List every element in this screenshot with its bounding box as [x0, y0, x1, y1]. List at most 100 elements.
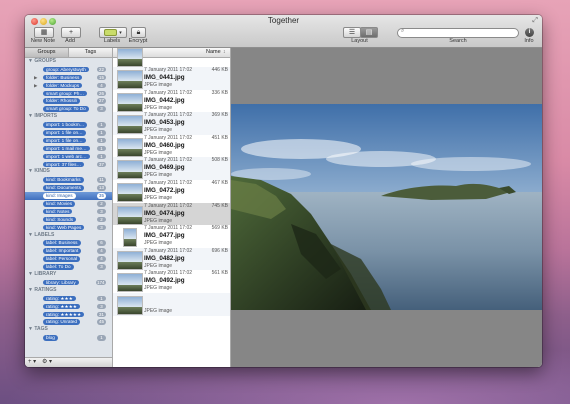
sidebar-section-header[interactable]: ▼ KINDS — [25, 168, 112, 176]
sidebar-item-label: folder: Mockups — [43, 82, 83, 89]
file-list-item[interactable] — [113, 48, 230, 67]
fullscreen-icon[interactable]: ⤢ — [532, 17, 538, 25]
sidebar-item-label: rating: Unrated — [43, 319, 81, 325]
sidebar-item[interactable]: rating: ★★★★ 3 — [25, 303, 112, 311]
item-size: 745 KB — [211, 202, 228, 209]
section-label: ▼ IMPORTS — [28, 113, 58, 120]
tab-tags[interactable]: Tags — [69, 48, 112, 57]
image-thumbnail — [117, 115, 143, 135]
sidebar-item[interactable]: kind: Notes 3 — [25, 208, 112, 216]
count-badge: 1 — [97, 145, 106, 152]
sidebar-section-header[interactable]: ▼ TAGS — [25, 326, 112, 334]
info-icon: i — [528, 29, 531, 35]
file-list-item[interactable]: 7 January 2011 17:02 745 KB IMG_0474.jpg JP… — [113, 202, 230, 226]
count-badge: 27 — [97, 98, 106, 104]
lock-icon: 🔒︎ — [136, 29, 141, 36]
sidebar-item-label: label: To Do — [43, 264, 74, 270]
sort-icon[interactable]: ↕ — [223, 48, 226, 57]
sidebar-item[interactable]: blog 1 — [25, 334, 112, 342]
sidebar-section-header[interactable]: ▼ LABELS — [25, 232, 112, 240]
layout-list-button[interactable]: ☰ — [343, 27, 361, 38]
sidebar-item[interactable]: kind: Web Pages 3 — [25, 224, 112, 232]
file-list-item[interactable]: 7 January 2011 17:02 336 KB IMG_0442.jpg JP… — [113, 90, 230, 113]
sidebar-list: ▼ GROUPS group: Aberystwyth 22 ▶ folder: Bus… — [25, 58, 112, 342]
sidebar-item[interactable]: folder: Rhossili 27 — [25, 97, 112, 105]
sidebar-item[interactable]: smart group: To Do 3 — [25, 105, 112, 113]
file-list-item[interactable]: 7 January 2011 17:02 508 KB IMG_0469.jpg JP… — [113, 157, 230, 180]
sidebar-item[interactable]: rating: ★★★ 1 — [25, 295, 112, 303]
new-note-button[interactable]: ▦ — [34, 27, 54, 38]
item-name: IMG_0477.jpg — [144, 232, 185, 240]
count-badge: 13 — [97, 185, 106, 191]
item-size: 467 KB — [211, 179, 228, 186]
sidebar-item[interactable]: kind: Movies 2 — [25, 200, 112, 208]
sidebar-item[interactable]: import: 1 file on… 1 — [25, 137, 112, 145]
sidebar-item[interactable]: import: 1 mail me… 1 — [25, 145, 112, 153]
file-list-item[interactable]: 7 January 2011 17:02 451 KB IMG_0460.jpg JP… — [113, 135, 230, 158]
sidebar-item[interactable]: label: Personal 4 — [25, 255, 112, 263]
gear-menu-button[interactable]: ⚙ ▾ — [42, 359, 52, 365]
sidebar-item[interactable]: kind: Documents 13 — [25, 184, 112, 192]
sidebar-item[interactable]: rating: Unrated 45 — [25, 318, 112, 326]
file-list-item[interactable]: 7 January 2011 17:02 561 KB IMG_0492.jpg JP… — [113, 270, 230, 293]
sidebar-item[interactable]: group: Aberystwyth 22 — [25, 66, 112, 74]
sidebar-section-header[interactable]: ▼ GROUPS — [25, 58, 112, 66]
chevron-down-icon: ▾ — [119, 30, 122, 36]
sidebar-item[interactable]: smart group: Ph… 26 — [25, 90, 112, 98]
file-list-item[interactable]: JPEG image — [113, 292, 230, 316]
sidebar-item[interactable]: ▶ folder: Mockups 4 — [25, 82, 112, 90]
labels-button[interactable]: ▾ — [99, 27, 127, 38]
add-button[interactable]: + — [61, 27, 81, 38]
image-thumbnail — [123, 228, 137, 248]
search-field[interactable]: ⌕ — [397, 28, 519, 45]
sidebar-item[interactable]: label: To Do 3 — [25, 263, 112, 271]
item-date: 7 January 2011 17:02 — [144, 270, 193, 277]
column-header-name[interactable]: Name — [206, 48, 221, 57]
sidebar-section-header[interactable]: ▼ LIBRARY — [25, 271, 112, 279]
item-name: IMG_0474.jpg — [144, 209, 185, 217]
tab-groups[interactable]: Groups — [25, 48, 69, 57]
add-group-button[interactable]: + ▾ — [28, 359, 36, 365]
file-list-item[interactable]: 7 January 2011 17:02 696 KB IMG_0482.jpg JP… — [113, 247, 230, 271]
count-badge: 45 — [97, 319, 106, 325]
encrypt-label: Encrypt — [128, 38, 148, 44]
file-list-item[interactable]: 7 January 2011 17:02 467 KB IMG_0472.jpg JP… — [113, 180, 230, 203]
count-badge: 22 — [97, 66, 106, 73]
sidebar-item[interactable]: kind: Sounds 2 — [25, 216, 112, 224]
sidebar-item[interactable]: rating: ★★★★★ 31 — [25, 311, 112, 319]
section-label: ▼ GROUPS — [28, 58, 57, 64]
image-thumbnail — [117, 48, 143, 67]
note-icon: ▦ — [40, 29, 48, 36]
file-list-item[interactable]: 7 January 2011 17:02 369 KB IMG_0453.jpg JP… — [113, 112, 230, 135]
file-list-item[interactable]: 7 January 2011 17:02 446 KB IMG_0441.jpg JP… — [113, 67, 230, 90]
sidebar-item[interactable]: import: 37 files… 37 — [25, 161, 112, 169]
count-badge: 1 — [97, 153, 106, 160]
sidebar-section-header[interactable]: ▼ RATINGS — [25, 287, 112, 295]
item-type: JPEG image — [144, 240, 173, 247]
sidebar-item[interactable]: label: Business 6 — [25, 239, 112, 247]
sidebar-item[interactable]: ▶ folder: Business 15 — [25, 74, 112, 82]
sidebar-item[interactable]: label: Important 4 — [25, 247, 112, 255]
count-badge: 37 — [97, 161, 106, 168]
item-name: IMG_0453.jpg — [144, 119, 185, 127]
sidebar-item-label: smart group: To Do — [43, 106, 89, 112]
sidebar-item[interactable]: import: 1 file on… 1 — [25, 129, 112, 137]
disclosure-triangle-icon[interactable]: ▶ — [34, 82, 37, 90]
item-size: 446 KB — [211, 67, 228, 73]
layout-split-button[interactable]: ▤ — [360, 27, 378, 38]
sidebar-section-header[interactable]: ▼ IMPORTS — [25, 113, 112, 121]
encrypt-button[interactable]: 🔒︎ — [131, 27, 146, 38]
sidebar-item[interactable]: import: 1 web arc… 1 — [25, 153, 112, 161]
sidebar-item-label: group: Aberystwyth — [43, 66, 89, 73]
disclosure-triangle-icon[interactable]: ▶ — [34, 74, 37, 82]
item-name: IMG_0472.jpg — [144, 186, 185, 194]
section-label: ▼ LABELS — [28, 231, 55, 238]
sidebar-item[interactable]: kind: Bookmarks 11 — [25, 176, 112, 184]
sidebar-item[interactable]: kind: Images 35 — [25, 192, 112, 201]
sidebar: Groups Tags ▼ GROUPS group: Aberystwyth 22… — [25, 48, 113, 367]
file-list-item[interactable]: 7 January 2011 17:02 569 KB IMG_0477.jpg JP… — [113, 225, 230, 248]
info-label: Info — [524, 38, 534, 44]
info-button[interactable]: i — [525, 28, 534, 37]
sidebar-item[interactable]: import: 1 bookm… 1 — [25, 121, 112, 129]
sidebar-item[interactable]: library: Library 174 — [25, 279, 112, 287]
